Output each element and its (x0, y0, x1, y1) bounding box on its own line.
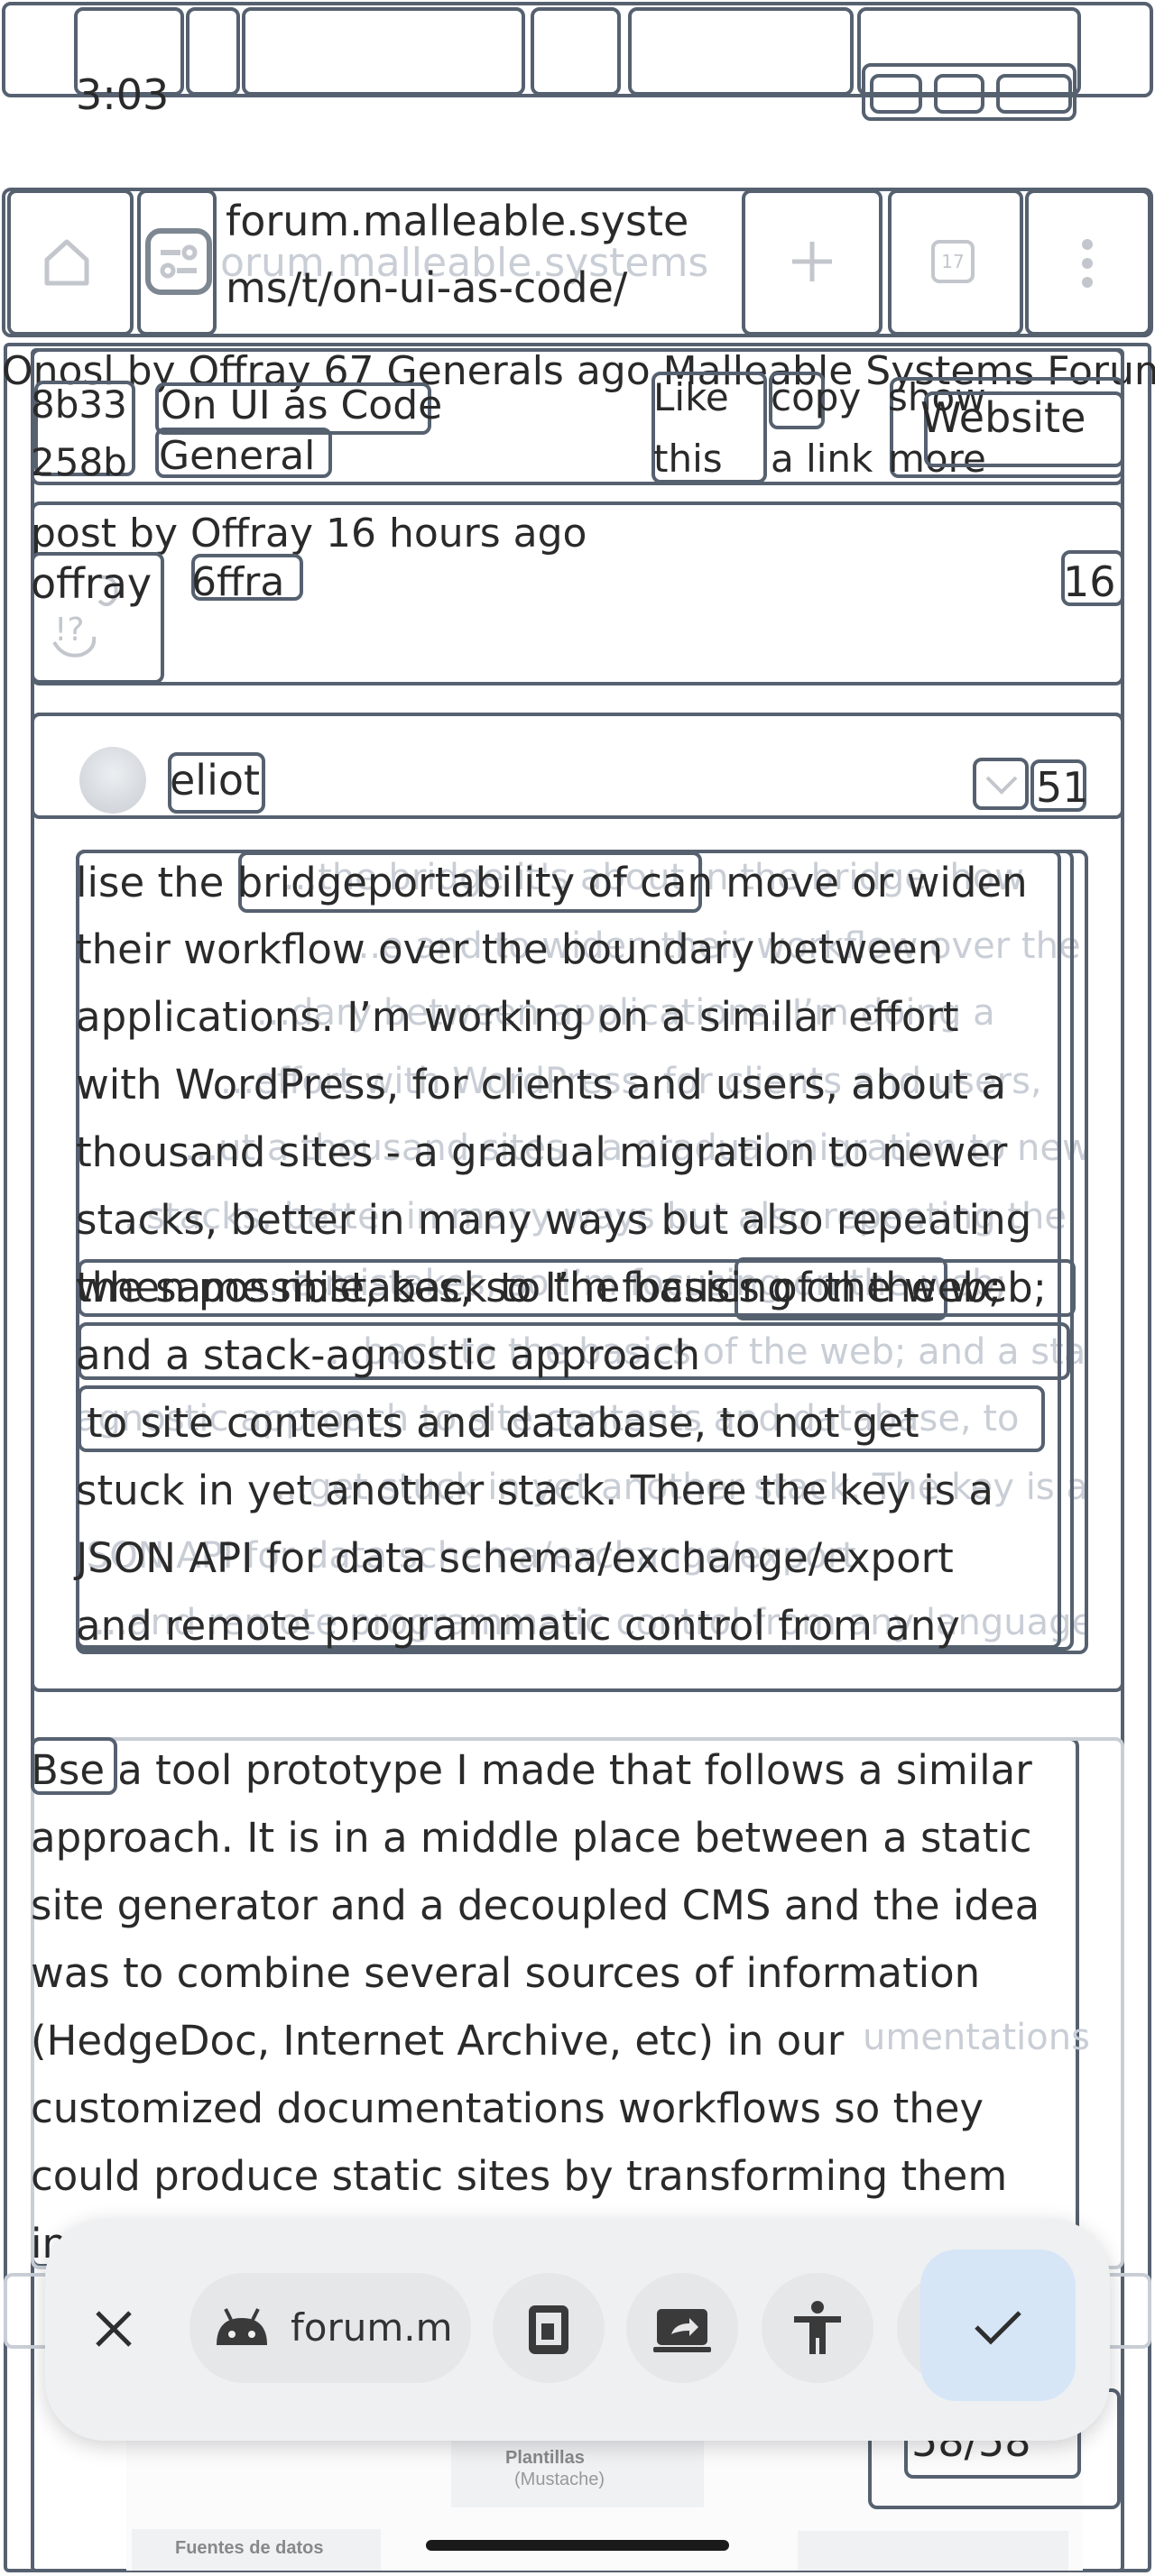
android-icon (213, 2305, 271, 2349)
diagram-label-templates: Plantillas (505, 2448, 585, 2468)
diagram-label-mustache: (Mustache) (514, 2470, 605, 2489)
screen-share-icon (653, 2307, 711, 2354)
post-3-text-line: Bse a tool prototype I made that follows… (31, 1746, 1032, 1794)
url-field[interactable]: orum.malleable.systems forum.malleable.s… (220, 193, 708, 328)
smartphone-icon (525, 2304, 572, 2356)
post-2-author[interactable]: eliot (170, 756, 260, 805)
post-2-text-line: with WordPress, for clients and users, a… (76, 1061, 1006, 1109)
home-icon (42, 235, 92, 289)
post-2-text-line: applications. I’m working on a similar e… (76, 993, 959, 1041)
status-bar-box (242, 7, 525, 96)
more-vert-icon (1081, 238, 1094, 289)
post-3-text-line: customized documentations workflows so t… (31, 2084, 984, 2132)
post-2-number: 51 (1036, 763, 1089, 812)
post-3-ghost-right: umentations (863, 2017, 1090, 2058)
diagram-box-right (798, 2531, 1068, 2571)
svg-text:!?: !? (54, 612, 85, 649)
post-2-text-line: stuck in yet another stack. There the ke… (76, 1467, 993, 1514)
post-2-text-line: their workflow over the boundary between (76, 925, 944, 973)
topic-id-line-1: 8b33 (31, 382, 127, 427)
like-label-2: this (653, 437, 723, 481)
chevron-down-icon (984, 772, 1020, 797)
url-line-1: forum.malleable.syste (226, 197, 689, 245)
gesture-nav-handle[interactable] (426, 2540, 729, 2551)
close-icon (94, 2309, 134, 2349)
post-2-text-line: stacks, better in many ways but also rep… (76, 1196, 1032, 1244)
wifi-icon (934, 74, 984, 114)
post-2-text-line: and a stack-agnostic approach (76, 1331, 700, 1379)
accessibility-icon (790, 2300, 845, 2358)
post-3-text-line: was to combine several sources of inform… (31, 1949, 981, 1997)
check-icon (973, 2307, 1023, 2347)
signal-icon (870, 74, 922, 114)
post-3-text-line: site generator and a decoupled CMS and t… (31, 1881, 1040, 1929)
status-bar-box (531, 7, 621, 96)
post-1-author[interactable]: offray (31, 559, 152, 608)
topic-category[interactable]: General (159, 433, 315, 479)
post-1-number: 16 (1063, 557, 1116, 606)
topic-title[interactable]: On UI as Code (161, 382, 442, 428)
post-3-text-line: approach. It is in a middle place betwee… (31, 1814, 1032, 1862)
url-line-2: ms/t/on-ui-as-code/ (226, 263, 628, 312)
topic-id-line-2: 258b (31, 440, 127, 484)
post-1-author-tag: 6ffra (191, 559, 285, 605)
post-2-text-line: thousand sites - a gradual migration to … (76, 1128, 1008, 1176)
battery-icon (996, 74, 1072, 114)
post-3-text-line: could produce static sites by transformi… (31, 2152, 1008, 2200)
post-2-text-line: JSON API for data schema/exchange/export (76, 1534, 954, 1582)
website-link[interactable]: Website (920, 393, 1086, 442)
post-3-text-line: (HedgeDoc, Internet Archive, etc) in our (31, 2017, 845, 2065)
status-bar-box (628, 7, 854, 96)
tune-icon (144, 227, 213, 296)
post-2-text-line: the same mistakes, so I’m focusing on th… (76, 1264, 1047, 1311)
post-2-text-line: and remote programmatic control from any (76, 1602, 960, 1650)
status-time: 3:03 (76, 70, 170, 119)
post-1-meta: post by Offray 16 hours ago (31, 511, 587, 557)
status-bar-box (186, 7, 240, 96)
copy-label-2: a link (771, 437, 873, 481)
post-2-text-line: to site contents and database, to not ge… (87, 1399, 919, 1447)
copy-label-1: copy (771, 375, 862, 419)
app-chip-label: forum.m (291, 2305, 453, 2350)
plus-icon (789, 238, 836, 285)
tab-count: 17 (941, 251, 965, 272)
tab-count-icon: 17 (931, 240, 975, 283)
post-2-text-line: lise the bridgeportability of can move o… (76, 859, 1028, 906)
diagram-label-sources: Fuentes de datos (175, 2538, 324, 2558)
like-label-1: Like (653, 375, 729, 419)
avatar[interactable] (79, 747, 146, 814)
